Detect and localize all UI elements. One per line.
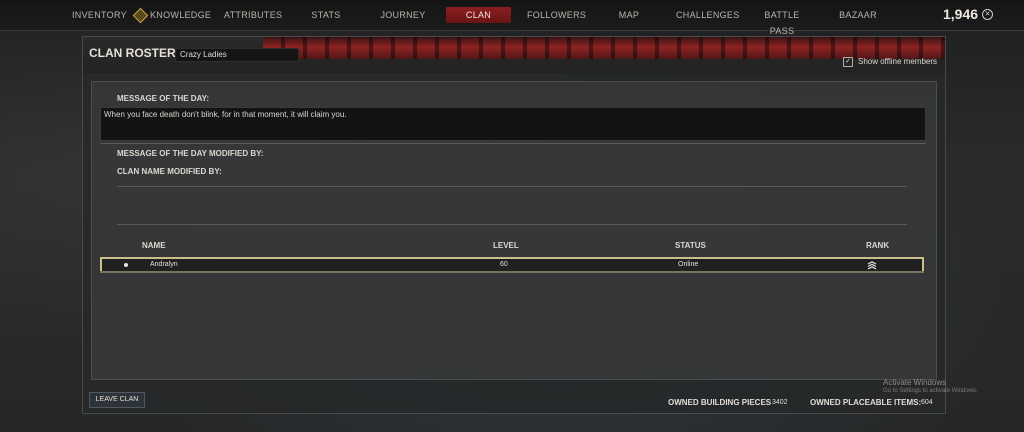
motd-label: MESSAGE OF THE DAY: xyxy=(117,94,210,103)
column-header-level: LEVEL xyxy=(493,241,519,250)
currency-amount: 1,946 xyxy=(943,6,979,22)
crom-coin-icon: ✕ xyxy=(982,9,993,20)
activation-watermark-title: Activate Windows xyxy=(883,378,947,387)
placeable-items-value: 604 xyxy=(921,399,933,406)
clan-info-area: MESSAGE OF THE DAY: When you face death … xyxy=(91,81,937,380)
member-status: Online xyxy=(678,261,699,268)
tab-followers[interactable]: FOLLOWERS xyxy=(527,7,586,23)
tab-bazaar[interactable]: BAZAAR xyxy=(838,7,878,23)
show-offline-label: Show offline members xyxy=(858,57,937,67)
tab-map[interactable]: MAP xyxy=(615,7,643,23)
decorative-banner xyxy=(263,37,945,59)
divider xyxy=(117,186,907,187)
panel-header: CLAN ROSTER Crazy Ladies ✓ Show offline m… xyxy=(83,37,945,73)
online-indicator-icon xyxy=(124,263,128,267)
tab-stats[interactable]: STATS xyxy=(306,7,346,23)
divider xyxy=(117,224,907,225)
clan-roster-panel: CLAN ROSTER Crazy Ladies ✓ Show offline m… xyxy=(82,36,946,414)
tab-journey[interactable]: JOURNEY xyxy=(380,7,426,23)
top-navigation: INVENTORY KNOWLEDGE ATTRIBUTES STATS JOU… xyxy=(0,0,1024,36)
tab-challenges[interactable]: CHALLENGES xyxy=(676,7,739,23)
name-modified-label: CLAN NAME MODIFIED BY: xyxy=(117,167,222,176)
column-header-name: NAME xyxy=(142,241,166,250)
page-title: CLAN ROSTER xyxy=(89,46,176,60)
roster-list-area xyxy=(100,271,924,371)
tab-battle-pass[interactable]: BATTLE PASS xyxy=(752,7,812,36)
tab-attributes[interactable]: ATTRIBUTES xyxy=(224,7,282,23)
leave-clan-button[interactable]: LEAVE CLAN xyxy=(89,392,145,408)
building-pieces-label: OWNED BUILDING PIECES xyxy=(668,398,772,407)
clan-name-field[interactable]: Crazy Ladies xyxy=(175,48,299,62)
activation-watermark-text: Go to Settings to activate Windows. xyxy=(883,388,978,394)
motd-text[interactable]: When you face death don't blink, for in … xyxy=(100,107,926,141)
column-header-rank: RANK xyxy=(866,241,890,250)
column-header-status: STATUS xyxy=(675,241,706,250)
tab-clan[interactable]: CLAN xyxy=(446,7,511,23)
tab-knowledge-label: KNOWLEDGE xyxy=(150,10,212,20)
knowledge-icon xyxy=(132,7,149,24)
checkbox-icon[interactable]: ✓ xyxy=(843,57,853,67)
motd-modified-label: MESSAGE OF THE DAY MODIFIED BY: xyxy=(117,149,264,158)
placeable-items-label: OWNED PLACEABLE ITEMS: xyxy=(810,398,922,407)
divider xyxy=(100,143,926,144)
show-offline-toggle[interactable]: ✓ Show offline members xyxy=(843,57,937,69)
member-level: 60 xyxy=(500,261,508,268)
rank-chevrons-icon xyxy=(867,261,877,270)
member-name: Andralyn xyxy=(150,261,178,268)
tab-inventory[interactable]: INVENTORY xyxy=(72,7,127,23)
building-pieces-value: 3402 xyxy=(772,399,788,406)
tab-knowledge[interactable]: KNOWLEDGE xyxy=(132,7,211,24)
